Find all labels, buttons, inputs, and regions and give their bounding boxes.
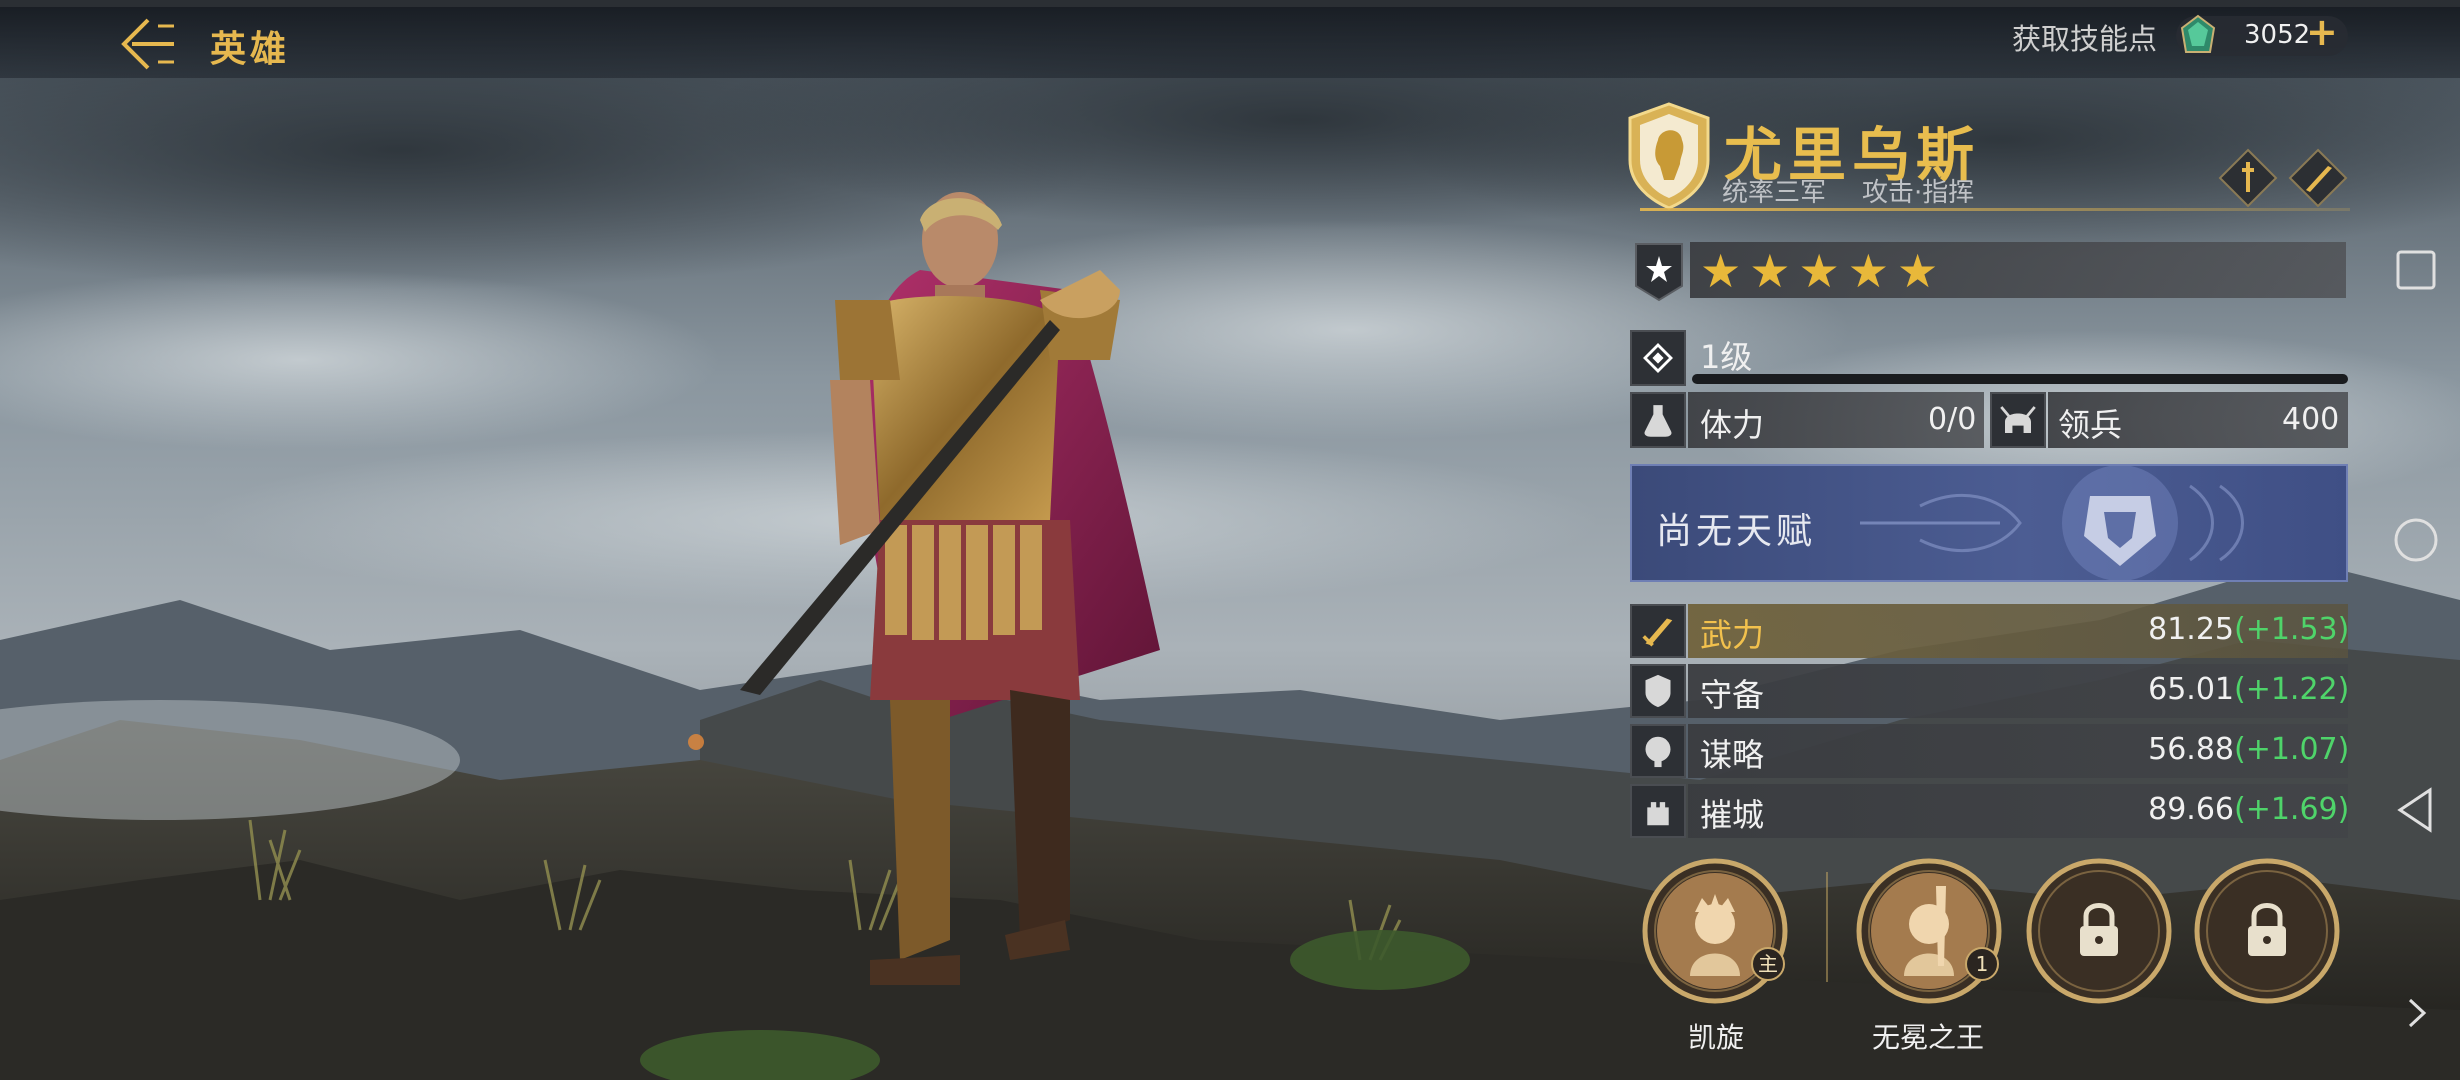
attribute-value: 81.25 [2148, 612, 2234, 647]
attribute-bonus: (+1.07) [2234, 732, 2350, 767]
sword-icon [1630, 604, 1686, 658]
add-skill-points-button[interactable]: + [2306, 10, 2338, 54]
stamina-label: 体力 [1700, 406, 1765, 444]
troops-label: 领兵 [2058, 406, 2123, 444]
attribute-bonus: (+1.22) [2234, 672, 2350, 707]
home-icon[interactable] [2392, 516, 2440, 564]
helmet-icon [1990, 392, 2046, 448]
siege-icon [1630, 784, 1686, 838]
attribute-label: 摧城 [1700, 796, 1765, 834]
weapon-icon[interactable] [2218, 148, 2278, 208]
skill-name: 无冕之王 [1872, 1021, 1985, 1054]
locked-skill-slot[interactable] [2192, 856, 2342, 1006]
attribute-label: 武力 [1700, 616, 1765, 654]
troops-value: 400 [2282, 402, 2340, 437]
recent-apps-icon[interactable] [2394, 248, 2438, 292]
level-progress-bar [1692, 374, 2348, 384]
shield-icon [1630, 664, 1686, 718]
hero-level: 1级 [1700, 338, 1753, 376]
top-edge [0, 0, 2460, 7]
locked-skill-slot[interactable] [2024, 856, 2174, 1006]
chevron-right-icon[interactable] [2404, 996, 2430, 1030]
potion-icon [1630, 392, 1686, 448]
attribute-label: 守备 [1700, 676, 1765, 714]
attribute-value: 56.88 [2148, 732, 2234, 767]
level-diamond-icon [1630, 330, 1686, 386]
skill-divider [1826, 872, 1828, 982]
lion-crest-icon [1628, 102, 1710, 210]
quill-icon[interactable] [2288, 148, 2348, 208]
page-title: 英雄 [210, 29, 291, 70]
nav-back-icon[interactable] [2394, 786, 2438, 834]
attribute-bonus: (+1.53) [2234, 612, 2350, 647]
skill-badge: 1 [1976, 952, 1989, 976]
hero-role: 统率三军 [1722, 178, 1827, 208]
brain-icon [1630, 724, 1686, 778]
stamina-value: 0/0 [1928, 402, 1977, 437]
skill-badge: 主 [1758, 952, 1778, 976]
attribute-value: 89.66 [2148, 792, 2234, 827]
green-gem-icon [2180, 14, 2216, 53]
skill-points-value: 3052 [2244, 20, 2311, 50]
name-underline [1640, 208, 2350, 211]
attribute-value: 65.01 [2148, 672, 2234, 707]
skill-name: 凯旋 [1688, 1021, 1745, 1054]
talent-text: 尚无天赋 [1656, 511, 1817, 552]
skill-slot-1[interactable]: 1 [1854, 856, 2004, 1006]
skill-slot-0[interactable]: 主 [1640, 856, 1790, 1006]
star-badge-icon [1635, 243, 1683, 302]
hero-type: 攻击·指挥 [1862, 178, 1975, 208]
attribute-label: 谋略 [1700, 736, 1765, 774]
attribute-bonus: (+1.69) [2234, 792, 2350, 827]
hero-stars: ★★★★★ [1700, 244, 1947, 298]
back-arrow-icon[interactable] [118, 16, 178, 72]
skill-points-label[interactable]: 获取技能点 [2012, 16, 2157, 58]
lion-emblem-icon [1860, 466, 2244, 580]
